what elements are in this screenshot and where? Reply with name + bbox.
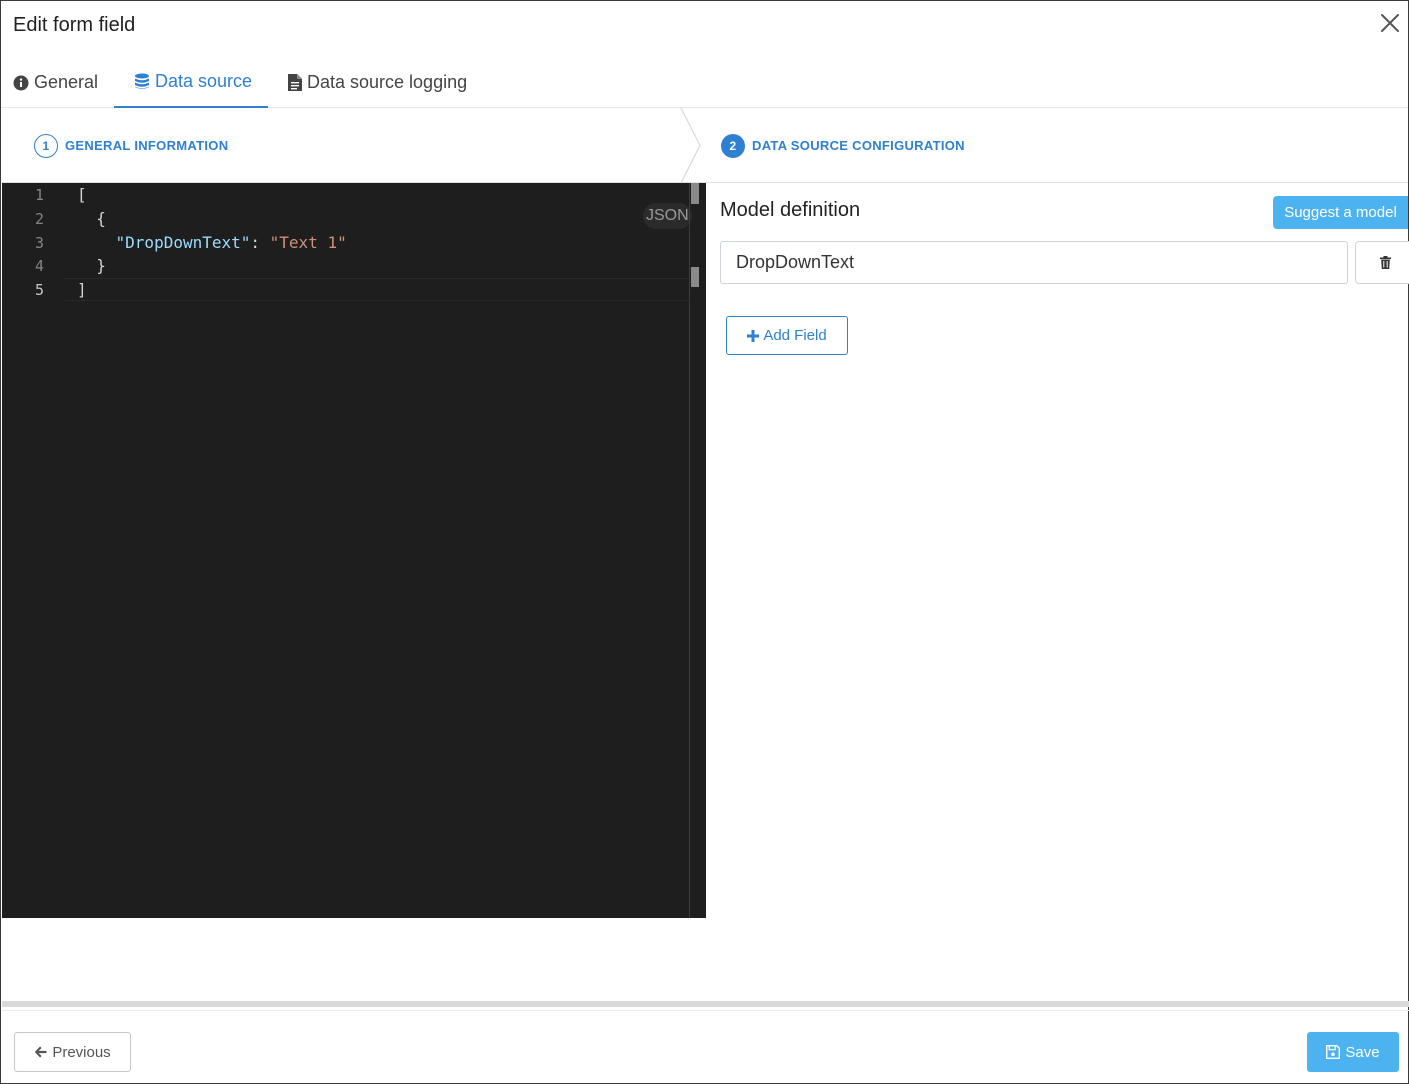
edit-form-field-dialog: Edit form field General Data source Data… xyxy=(0,0,1409,1084)
json-code-editor[interactable]: 1 2 3 4 5 [ { "DropDownText": "Text 1" }… xyxy=(2,183,706,918)
tab-data-source-logging[interactable]: Data source logging xyxy=(288,57,467,108)
suggest-model-button[interactable]: Suggest a model xyxy=(1273,196,1408,229)
arrow-left-icon xyxy=(35,1046,47,1058)
wizard-stepper: 1 GENERAL INFORMATION 2 DATA SOURCE CONF… xyxy=(1,108,1408,183)
tab-data-source-label: Data source xyxy=(155,71,253,91)
step-data-source-configuration[interactable]: 2 DATA SOURCE CONFIGURATION xyxy=(721,108,965,183)
step-number: 1 xyxy=(34,133,58,158)
footer-divider-line xyxy=(2,1010,1409,1011)
code-line: [ xyxy=(77,185,87,204)
code-line: ] xyxy=(77,280,87,299)
current-line-highlight xyxy=(64,278,689,301)
previous-button[interactable]: Previous xyxy=(14,1032,131,1072)
code-line: } xyxy=(77,256,106,275)
line-number: 3 xyxy=(34,234,44,252)
json-colon: : xyxy=(250,233,270,252)
plus-icon xyxy=(747,329,760,342)
json-key: "DropDownText" xyxy=(115,233,251,252)
tab-general[interactable]: General xyxy=(13,57,98,108)
add-field-label: Add Field xyxy=(763,327,827,344)
add-field-button[interactable]: Add Field xyxy=(726,316,848,355)
editor-scrollbar-track[interactable] xyxy=(689,183,690,918)
scrollbar-marker xyxy=(691,267,699,287)
line-number: 5 xyxy=(34,281,44,299)
step-general-information[interactable]: 1 GENERAL INFORMATION xyxy=(34,108,228,183)
code-line: { xyxy=(77,209,106,228)
save-button[interactable]: Save xyxy=(1307,1032,1399,1072)
step-label: GENERAL INFORMATION xyxy=(65,138,229,153)
code-line: "DropDownText": "Text 1" xyxy=(77,233,347,252)
tab-data-source[interactable]: Data source xyxy=(114,57,268,108)
scrollbar-marker xyxy=(691,183,699,204)
model-field-input[interactable] xyxy=(720,241,1348,284)
step-label: DATA SOURCE CONFIGURATION xyxy=(752,138,965,153)
previous-label: Previous xyxy=(52,1043,111,1061)
delete-field-button[interactable] xyxy=(1355,241,1409,284)
info-circle-icon xyxy=(13,75,29,90)
database-icon xyxy=(135,73,149,89)
line-number: 2 xyxy=(34,210,44,228)
model-definition-title: Model definition xyxy=(720,199,861,221)
save-icon xyxy=(1326,1045,1341,1059)
line-number: 1 xyxy=(34,186,44,204)
trash-icon xyxy=(1379,256,1391,269)
json-string-value: "Text 1" xyxy=(269,233,347,252)
language-badge: JSON xyxy=(643,203,692,229)
line-number-gutter: 1 2 3 4 5 xyxy=(2,183,64,918)
close-icon[interactable] xyxy=(1378,11,1402,35)
step-separator-chevron xyxy=(680,108,701,183)
file-text-icon xyxy=(288,74,302,91)
step-number: 2 xyxy=(721,133,745,158)
tab-bar: General Data source Data source logging xyxy=(1,57,1408,108)
tab-data-source-logging-label: Data source logging xyxy=(307,72,468,92)
dialog-title: Edit form field xyxy=(13,14,136,36)
footer-divider xyxy=(2,1001,1409,1007)
tab-general-label: General xyxy=(34,72,99,92)
save-label: Save xyxy=(1345,1043,1380,1061)
line-number: 4 xyxy=(34,257,44,275)
